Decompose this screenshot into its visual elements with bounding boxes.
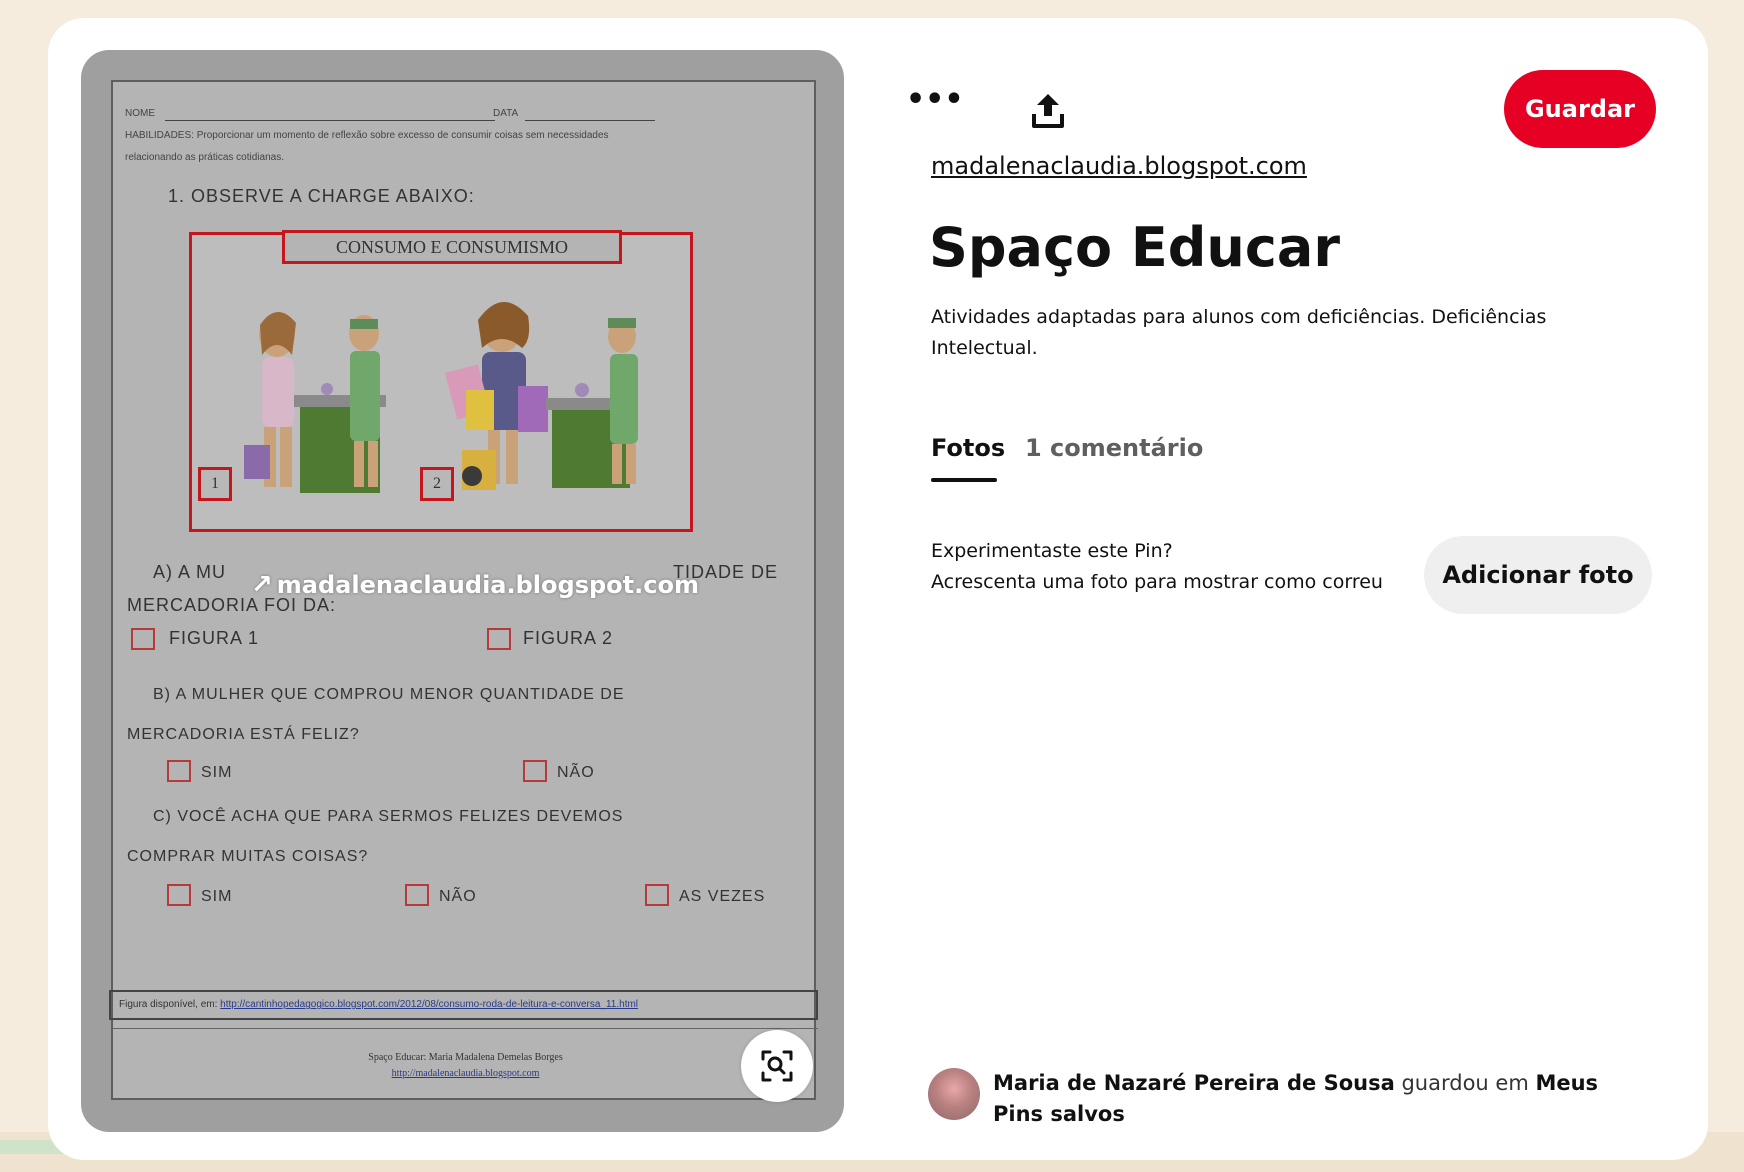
charge-frame: CONSUMO E CONSUMISMO 1 2	[189, 230, 693, 532]
pin-title: Spaço Educar	[929, 216, 1340, 279]
share-icon	[1032, 94, 1064, 128]
checkbox-b-sim	[167, 760, 191, 782]
option-figura-2: FIGURA 2	[523, 628, 614, 648]
worksheet-question-1: 1. OBSERVE A CHARGE ABAIXO:	[168, 186, 475, 206]
worksheet-qb-line2: MERCADORIA ESTÁ FELIZ?	[127, 726, 360, 743]
worksheet-data-label: DATA	[493, 108, 519, 119]
figure-2-number: 2	[420, 467, 454, 501]
more-options-icon: •••	[906, 82, 964, 117]
active-tab-indicator	[931, 478, 997, 482]
source-link[interactable]: madalenaclaudia.blogspot.com	[931, 152, 1307, 180]
tab-fotos[interactable]: Fotos	[931, 434, 1005, 462]
option-c-as-vezes: AS VEZES	[679, 888, 766, 905]
worksheet-data-line	[525, 120, 655, 121]
watermark-text: madalenaclaudia.blogspot.com	[276, 571, 699, 599]
checkbox-b-nao	[523, 760, 547, 782]
worksheet-habilidades: HABILIDADES: Proporcionar um momento de …	[125, 130, 609, 141]
tried-pin-question: Experimentaste este Pin?	[931, 540, 1173, 562]
tried-pin-hint: Acrescenta uma foto para mostrar como co…	[931, 571, 1383, 593]
avatar[interactable]	[928, 1068, 980, 1120]
tab-comentarios[interactable]: 1 comentário	[1025, 434, 1203, 462]
saved-action: guardou em	[1401, 1071, 1529, 1095]
worksheet-nome-line	[165, 120, 495, 121]
worksheet-reference-box: Figura disponível, em: http://cantinhope…	[109, 990, 818, 1020]
saver-name[interactable]: Maria de Nazaré Pereira de Sousa	[993, 1071, 1395, 1095]
saved-by-text: Maria de Nazaré Pereira de Sousa guardou…	[993, 1068, 1633, 1130]
source-watermark[interactable]: ↗ madalenaclaudia.blogspot.com	[251, 570, 699, 600]
tried-pin-prompt: Experimentaste este Pin? Acrescenta uma …	[931, 536, 1383, 598]
worksheet-qb-line1: B) A MULHER QUE COMPROU MENOR QUANTIDADE…	[153, 686, 625, 703]
external-link-arrow-icon: ↗	[251, 570, 273, 600]
option-b-sim: SIM	[201, 764, 233, 781]
worksheet-qc-line2: COMPRAR MUITAS COISAS?	[127, 848, 369, 865]
checkbox-figura-1	[131, 628, 155, 650]
option-c-sim: SIM	[201, 888, 233, 905]
reference-link: http://cantinhopedagogico.blogspot.com/2…	[220, 999, 639, 1010]
worksheet-credit: Spaço Educar: Maria Madalena Demelas Bor…	[368, 1052, 563, 1063]
option-c-nao: NÃO	[439, 888, 477, 905]
checkbox-c-sim	[167, 884, 191, 906]
worksheet-nome-label: NOME	[125, 108, 155, 119]
visual-search-icon	[761, 1050, 793, 1082]
pin-description: Atividades adaptadas para alunos com def…	[931, 306, 1547, 359]
figure-1-number: 1	[198, 467, 232, 501]
option-b-nao: NÃO	[557, 764, 595, 781]
checkbox-c-nao	[405, 884, 429, 906]
reference-prefix: Figura disponível, em:	[119, 999, 221, 1010]
save-button[interactable]: Guardar	[1504, 70, 1656, 148]
worksheet-qc-line1: C) VOCÊ ACHA QUE PARA SERMOS FELIZES DEV…	[153, 808, 624, 825]
worksheet-credit-link: http://madalenaclaudia.blogspot.com	[391, 1068, 540, 1079]
checkbox-c-as-vezes	[645, 884, 669, 906]
share-button[interactable]	[1028, 90, 1068, 132]
charge-figure-2-illustration	[444, 301, 638, 490]
charge-title: CONSUMO E CONSUMISMO	[282, 230, 622, 264]
add-photo-button[interactable]: Adicionar foto	[1424, 536, 1652, 614]
more-options-button[interactable]: •••	[906, 85, 964, 130]
visual-search-button[interactable]	[741, 1030, 813, 1102]
option-figura-1: FIGURA 1	[169, 628, 260, 648]
checkbox-figura-2	[487, 628, 511, 650]
worksheet-qa-line1-left: A) A MU	[153, 562, 227, 582]
saved-by-attribution: Maria de Nazaré Pereira de Sousa guardou…	[928, 1068, 1628, 1138]
pin-image[interactable]: NOME DATA HABILIDADES: Proporcionar um m…	[81, 50, 844, 1132]
worksheet-divider	[113, 1028, 818, 1029]
worksheet-habilidades-2: relacionando as práticas cotidianas.	[125, 152, 284, 163]
charge-figure-1-illustration	[244, 311, 386, 493]
